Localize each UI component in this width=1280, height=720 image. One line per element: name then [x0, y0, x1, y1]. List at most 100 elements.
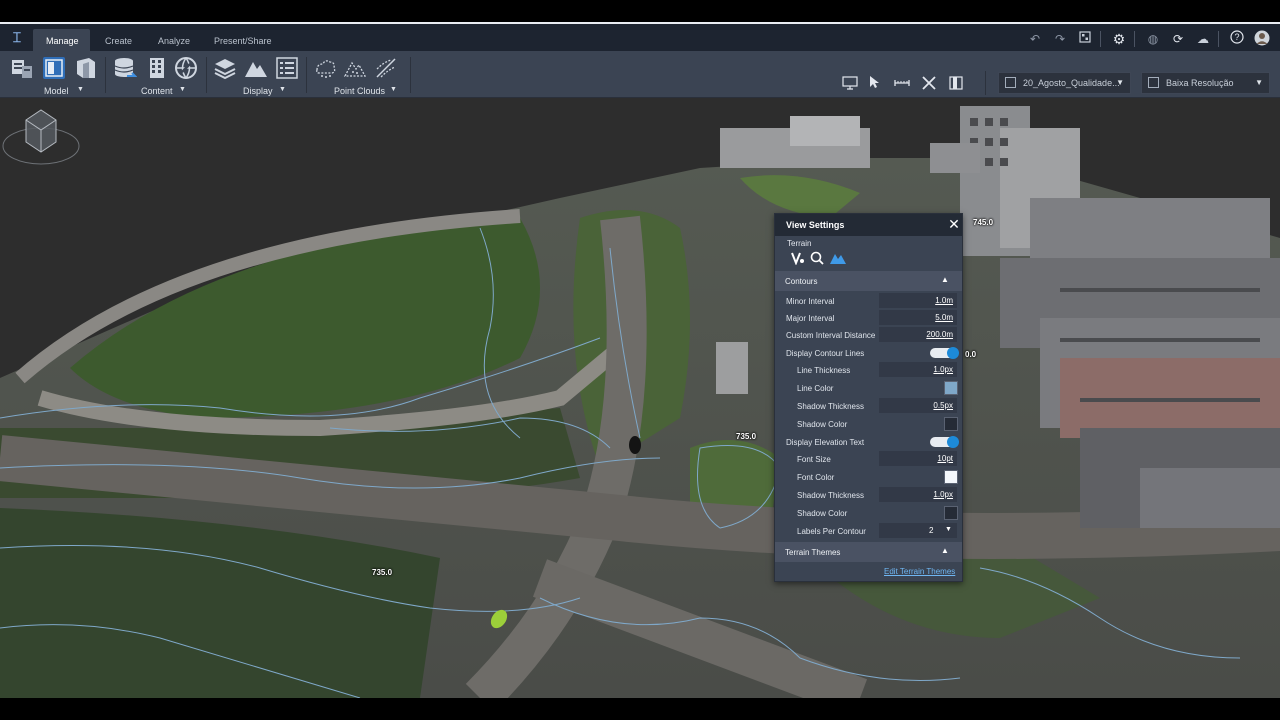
- terrain-themes-label: Terrain Themes: [785, 548, 841, 557]
- major-interval-input[interactable]: 5.0m: [879, 310, 957, 325]
- ribbon-divider: [306, 57, 307, 93]
- display-contour-lines-row: Display Contour Lines: [775, 344, 962, 362]
- toolbar-divider: [1218, 31, 1219, 47]
- view-settings-header[interactable]: View Settings ✕: [775, 214, 962, 236]
- text-shadow-thickness-input[interactable]: 1.0px: [879, 487, 957, 502]
- ribbon-group-content-label[interactable]: Content: [141, 86, 173, 96]
- model-selector-value: 20_Agosto_Qualidade...: [1023, 78, 1120, 88]
- video-letterbox-bottom: [0, 698, 1280, 720]
- chevron-down-icon[interactable]: ▼: [77, 86, 84, 93]
- shadow-thickness-row: Shadow Thickness 0.5px: [775, 397, 962, 415]
- terrain-contours-icon[interactable]: [829, 251, 847, 265]
- major-interval-label: Major Interval: [786, 314, 835, 323]
- app-logo-icon[interactable]: ⌶: [9, 29, 25, 47]
- terrain-themes-section-header[interactable]: Terrain Themes ▲: [775, 542, 962, 562]
- undo-icon[interactable]: ↶: [1026, 30, 1044, 48]
- ribbon-divider: [985, 71, 986, 95]
- model-layout-icon[interactable]: [42, 56, 66, 80]
- text-shadow-color-label: Shadow Color: [797, 509, 848, 518]
- svg-text:?: ?: [1234, 32, 1239, 42]
- toolbar-divider: [1134, 31, 1135, 47]
- globe-icon[interactable]: [174, 56, 198, 80]
- edit-terrain-themes-link[interactable]: Edit Terrain Themes: [884, 567, 955, 576]
- ribbon-group-point-clouds-label[interactable]: Point Clouds: [334, 86, 385, 96]
- chevron-down-icon[interactable]: ▼: [279, 86, 286, 93]
- display-quality-icon: [1148, 77, 1159, 88]
- tab-present-share[interactable]: Present/Share: [201, 29, 285, 53]
- line-color-row: Line Color: [775, 379, 962, 397]
- measure-icon[interactable]: [893, 75, 911, 93]
- minor-interval-row: Minor Interval 1.0m: [775, 292, 962, 310]
- layers-icon[interactable]: [213, 56, 237, 80]
- text-shadow-thickness-label: Shadow Thickness: [797, 491, 864, 500]
- ribbon-divider: [410, 57, 411, 93]
- ribbon-group-model: Model ▼: [10, 53, 98, 97]
- tab-manage[interactable]: Manage: [33, 29, 90, 53]
- ribbon-group-point-clouds: Point Clouds ▼: [313, 53, 408, 97]
- monitor-icon[interactable]: [841, 75, 859, 93]
- resolution-dropdown[interactable]: Baixa Resolução ▼: [1141, 72, 1270, 94]
- display-elevation-text-row: Display Elevation Text: [775, 433, 962, 451]
- terrain-icon[interactable]: [244, 56, 268, 80]
- model-selector-dropdown[interactable]: 20_Agosto_Qualidade... ▼: [998, 72, 1131, 94]
- font-color-swatch[interactable]: [944, 470, 958, 484]
- ribbon-group-model-label[interactable]: Model: [44, 86, 69, 96]
- minor-interval-label: Minor Interval: [786, 297, 835, 306]
- publish-cloud-icon[interactable]: ☁: [1194, 30, 1212, 48]
- point-cloud-icon[interactable]: [313, 56, 337, 80]
- user-avatar-icon[interactable]: [1253, 30, 1271, 48]
- labels-per-contour-value: 2: [929, 526, 934, 535]
- model-map-icon[interactable]: [74, 56, 98, 80]
- viewcube-icon[interactable]: [0, 98, 82, 170]
- shadow-color-swatch[interactable]: [944, 417, 958, 431]
- tab-analyze[interactable]: Analyze: [145, 29, 203, 53]
- view-settings-title: View Settings: [786, 220, 845, 230]
- settings-gear-icon[interactable]: ⚙: [1110, 30, 1128, 48]
- tools-icon[interactable]: [920, 75, 938, 93]
- terrain-scene: [0, 98, 1280, 698]
- shadow-thickness-input[interactable]: 0.5px: [879, 398, 957, 413]
- application-tab-bar: ⌶ Manage Create Analyze Present/Share ↶ …: [0, 22, 1280, 53]
- cloud-globe-icon[interactable]: ◍: [1144, 30, 1162, 48]
- select-cursor-icon[interactable]: [866, 75, 884, 93]
- ribbon-divider: [206, 57, 207, 93]
- 3d-viewport[interactable]: 745.0 735.0 735.0 0.0: [0, 98, 1280, 698]
- line-thickness-input[interactable]: 1.0px: [879, 362, 957, 377]
- tab-create[interactable]: Create: [92, 29, 145, 53]
- chevron-up-icon[interactable]: ▲: [941, 546, 949, 555]
- custom-interval-label: Custom Interval Distance: [786, 331, 876, 340]
- custom-interval-input[interactable]: 200.0m: [879, 327, 957, 342]
- terrain-label: Terrain: [787, 239, 812, 248]
- labels-per-contour-select[interactable]: 2 ▼: [879, 523, 957, 538]
- display-elevation-text-toggle[interactable]: [930, 436, 959, 448]
- chevron-down-icon[interactable]: ▼: [179, 86, 186, 93]
- font-size-label: Font Size: [797, 455, 831, 464]
- text-shadow-color-swatch[interactable]: [944, 506, 958, 520]
- style-list-icon[interactable]: [275, 56, 299, 80]
- sync-icon[interactable]: ⟳: [1169, 30, 1187, 48]
- line-color-swatch[interactable]: [944, 381, 958, 395]
- chevron-up-icon[interactable]: ▲: [941, 275, 949, 284]
- labels-per-contour-label: Labels Per Contour: [797, 527, 866, 536]
- terrain-visibility-icon[interactable]: [791, 251, 805, 265]
- close-icon[interactable]: ✕: [947, 217, 961, 231]
- terrain-search-icon[interactable]: [810, 251, 824, 265]
- ribbon-group-display-label[interactable]: Display: [243, 86, 273, 96]
- point-cloud-edit-icon[interactable]: [374, 56, 398, 80]
- model-explorer-icon[interactable]: [10, 56, 34, 80]
- display-contour-lines-toggle[interactable]: [930, 347, 959, 359]
- section-plane-icon[interactable]: [947, 75, 965, 93]
- redo-icon[interactable]: ↷: [1051, 30, 1069, 48]
- proposals-icon[interactable]: [1076, 30, 1094, 48]
- data-sources-icon[interactable]: [113, 56, 137, 80]
- chevron-down-icon[interactable]: ▼: [390, 86, 397, 93]
- contours-section-header[interactable]: Contours ▲: [775, 271, 962, 291]
- elevation-label: 745.0: [973, 218, 994, 227]
- font-size-input[interactable]: 10pt: [879, 451, 957, 466]
- city-furniture-icon[interactable]: [145, 56, 169, 80]
- display-contour-lines-label: Display Contour Lines: [786, 349, 865, 358]
- help-icon[interactable]: ?: [1228, 30, 1246, 48]
- minor-interval-input[interactable]: 1.0m: [879, 293, 957, 308]
- text-shadow-thickness-row: Shadow Thickness 1.0px: [775, 486, 962, 504]
- point-cloud-surface-icon[interactable]: [343, 56, 367, 80]
